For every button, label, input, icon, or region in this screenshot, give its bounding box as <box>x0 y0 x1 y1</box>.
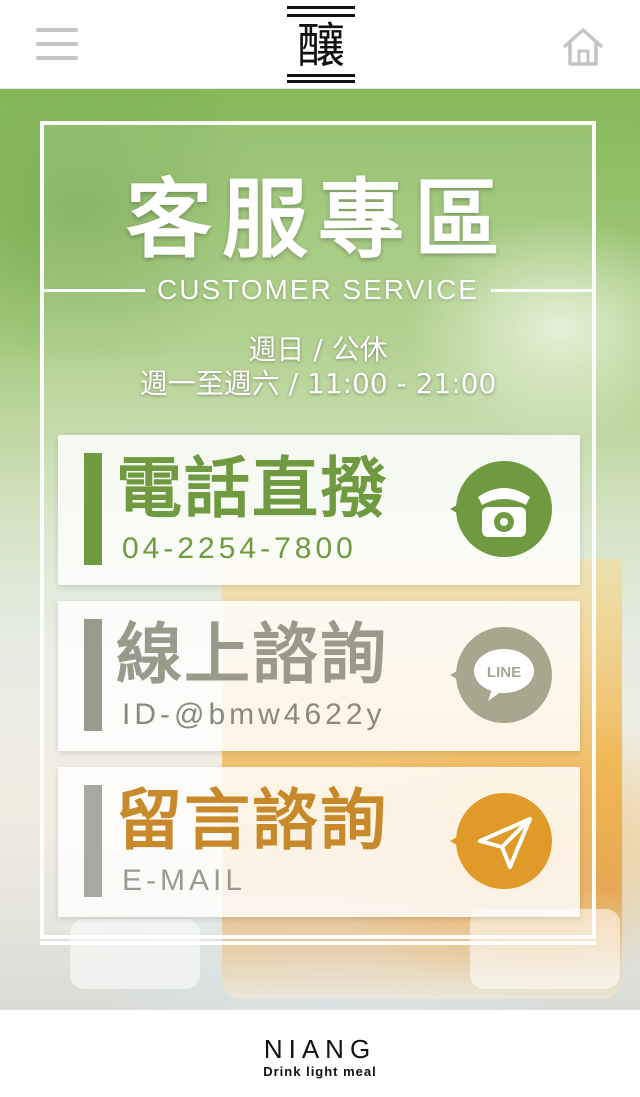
page-title: 客服專區 <box>126 170 510 270</box>
business-hours: 週日 / 公休 週一至週六 / 11:00 - 21:00 <box>40 333 596 401</box>
card-accent-bar <box>84 619 102 731</box>
card-accent-bar <box>84 453 102 565</box>
hours-open: 週一至週六 / 11:00 - 21:00 <box>139 367 497 400</box>
home-icon[interactable] <box>561 24 605 68</box>
phone-contact-card[interactable]: 電話直撥 04-2254-7800 <box>58 435 580 585</box>
header: 釀 <box>0 0 640 89</box>
logo[interactable]: 釀 <box>287 6 355 83</box>
logo-glyph: 釀 <box>296 18 345 74</box>
line-contact-card[interactable]: 線上諮詢 ID-@bmw4622y LINE <box>58 601 580 751</box>
telephone-icon[interactable] <box>442 457 554 561</box>
line-chat-icon[interactable]: LINE <box>442 623 554 727</box>
line-icon-text: LINE <box>487 664 521 681</box>
card-label: 線上諮詢 <box>116 616 388 693</box>
frame-divider <box>40 941 596 945</box>
subtitle-row: CUSTOMER SERVICE <box>44 274 593 305</box>
line-id: ID-@bmw4622y <box>122 698 386 731</box>
hero-section: 客服專區 CUSTOMER SERVICE 週日 / 公休 週一至週六 / 11… <box>0 89 640 1009</box>
page-subtitle: CUSTOMER SERVICE <box>157 274 479 305</box>
footer: NIANG Drink light meal <box>0 1009 640 1097</box>
phone-number: 04-2254-7800 <box>122 532 357 565</box>
divider <box>490 288 593 292</box>
brand-name: NIANG <box>263 1034 377 1064</box>
hamburger-menu-icon[interactable] <box>36 28 78 62</box>
card-accent-bar <box>84 785 102 897</box>
hours-closed: 週日 / 公休 <box>248 333 388 366</box>
divider <box>44 288 146 292</box>
brand-tagline: Drink light meal <box>263 1064 377 1079</box>
email-label: E-MAIL <box>122 864 247 897</box>
card-label: 留言諮詢 <box>116 782 388 859</box>
card-label: 電話直撥 <box>116 450 388 527</box>
email-contact-card[interactable]: 留言諮詢 E-MAIL <box>58 767 580 917</box>
paper-plane-icon[interactable] <box>442 789 554 893</box>
